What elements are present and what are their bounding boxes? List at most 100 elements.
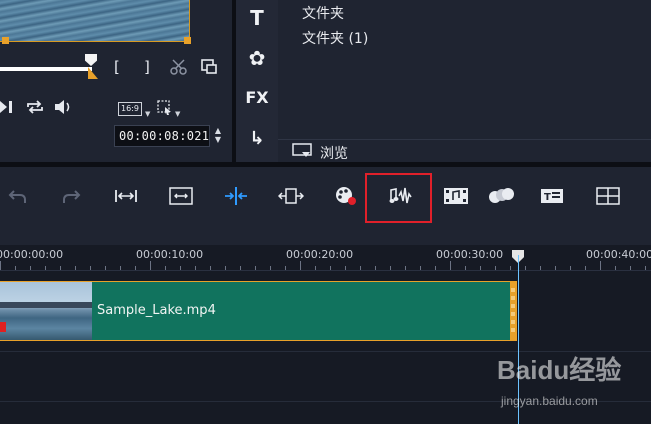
ruler-tick (450, 261, 451, 270)
ruler-tick (0, 261, 1, 270)
ruler-tick (150, 261, 151, 270)
browse-folder-icon (292, 143, 312, 157)
multi-camera-icon[interactable] (590, 181, 626, 211)
browse-button[interactable]: 浏览 (278, 139, 651, 162)
timeline-toolbar: T (0, 167, 651, 245)
ruler-tick (630, 266, 631, 270)
ruler-tick (270, 266, 271, 270)
timeline-ruler[interactable]: 00:00:00:00 00:00:10:00 00:00:20:00 00:0… (0, 245, 651, 271)
ruler-tick (540, 266, 541, 270)
chevron-down-icon[interactable]: ▼ (175, 110, 180, 118)
title-icon[interactable]: T (236, 6, 278, 30)
repeat-icon[interactable] (25, 99, 45, 118)
undo-icon[interactable] (0, 181, 36, 211)
subtitle-editor-icon[interactable]: T (534, 181, 570, 211)
scissors-icon[interactable] (170, 58, 188, 79)
motion-tracking-icon[interactable] (483, 181, 519, 211)
ruler-tick (225, 266, 226, 270)
ruler-tick (90, 266, 91, 270)
ruler-tick (345, 266, 346, 270)
highlight-frame (365, 173, 432, 223)
ruler-label: 00:00:00:00 (0, 248, 64, 261)
browse-label: 浏览 (320, 146, 348, 162)
library-folder[interactable]: 文件夹 (302, 3, 344, 23)
trim-marker[interactable] (88, 67, 98, 79)
ruler-tick (495, 266, 496, 270)
ruler-tick (420, 266, 421, 270)
ruler-tick (585, 266, 586, 270)
ruler-tick (300, 261, 301, 270)
timecode-field[interactable]: 00:00:08:021 (114, 125, 210, 147)
video-clip[interactable]: Sample_Lake.mp4 (0, 281, 517, 341)
crop-handle[interactable] (184, 37, 191, 44)
ruler-label: 00:00:40:00 (586, 248, 651, 261)
color-grading-icon[interactable] (328, 181, 364, 211)
crop-handle[interactable] (2, 37, 9, 44)
snapshot-icon[interactable] (201, 58, 217, 77)
ruler-tick (135, 266, 136, 270)
ruler-tick (615, 266, 616, 270)
library-rail: T ✿ FX ↳ (236, 0, 278, 162)
chevron-down-icon[interactable]: ▼ (145, 110, 150, 118)
trim-notch (511, 304, 515, 308)
resize-window-icon[interactable] (163, 181, 199, 211)
ruler-label: 00:00:20:00 (286, 248, 354, 261)
thumbnail-shoreline (0, 302, 92, 308)
trim-notch (511, 296, 515, 300)
mark-out-button[interactable]: ] (144, 59, 150, 75)
ruler-tick (240, 266, 241, 270)
ruler-tick (465, 266, 466, 270)
ruler-tick (600, 261, 601, 270)
selection-mode-icon[interactable] (157, 100, 173, 119)
split-icon[interactable] (218, 181, 254, 211)
ruler-tick (330, 266, 331, 270)
fit-project-icon[interactable] (108, 181, 144, 211)
preview-image (0, 0, 190, 42)
ruler-tick (195, 266, 196, 270)
trim-notch (511, 320, 515, 324)
scrubber-handle[interactable] (85, 54, 97, 66)
ruler-tick (405, 266, 406, 270)
auto-music-icon[interactable] (438, 181, 474, 211)
clip-thumbnail (0, 282, 92, 340)
ruler-tick (120, 266, 121, 270)
ruler-label: 00:00:10:00 (136, 248, 204, 261)
ruler-tick (105, 266, 106, 270)
library-panel: 文件夹 文件夹 (1) (278, 0, 651, 162)
ruler-tick (360, 266, 361, 270)
ruler-tick (435, 266, 436, 270)
filter-icon[interactable]: FX (236, 88, 278, 107)
play-icon[interactable] (0, 99, 14, 118)
trim-notch (511, 328, 515, 332)
transition-icon[interactable]: ✿ (236, 46, 278, 70)
trim-notch (511, 312, 515, 316)
ruler-tick (375, 266, 376, 270)
ruler-tick (210, 266, 211, 270)
ruler-tick (45, 266, 46, 270)
volume-icon[interactable] (54, 99, 74, 118)
path-icon[interactable]: ↳ (236, 128, 278, 149)
ruler-tick (30, 266, 31, 270)
library-folder[interactable]: 文件夹 (1) (302, 28, 368, 48)
preview-player: [ ] 16:9 ▼ ▼ 00:00:08:021 ▲ ▼ (0, 0, 232, 162)
watermark-text: Baidu经验 (497, 355, 622, 385)
mark-in-button[interactable]: [ (114, 59, 120, 75)
ruler-tick (645, 266, 646, 270)
clip-trim-handle[interactable] (510, 282, 516, 340)
aspect-ratio-button[interactable]: 16:9 (118, 102, 142, 116)
scrubber-track[interactable] (0, 67, 92, 71)
ruler-tick (15, 266, 16, 270)
clip-marker (0, 322, 6, 332)
ruler-tick (510, 266, 511, 270)
ruler-tick (60, 266, 61, 270)
ruler-tick (480, 266, 481, 270)
ruler-tick (555, 266, 556, 270)
redo-icon[interactable] (53, 181, 89, 211)
ruler-label: 00:00:30:00 (436, 248, 504, 261)
watermark: Baidu经验 jingyan.baidu.com (497, 350, 647, 420)
ruler-tick (315, 266, 316, 270)
ruler-tick (75, 266, 76, 270)
timecode-stepper[interactable]: ▲ ▼ (212, 126, 224, 146)
ripple-edit-icon[interactable] (273, 181, 309, 211)
ruler-tick (570, 266, 571, 270)
